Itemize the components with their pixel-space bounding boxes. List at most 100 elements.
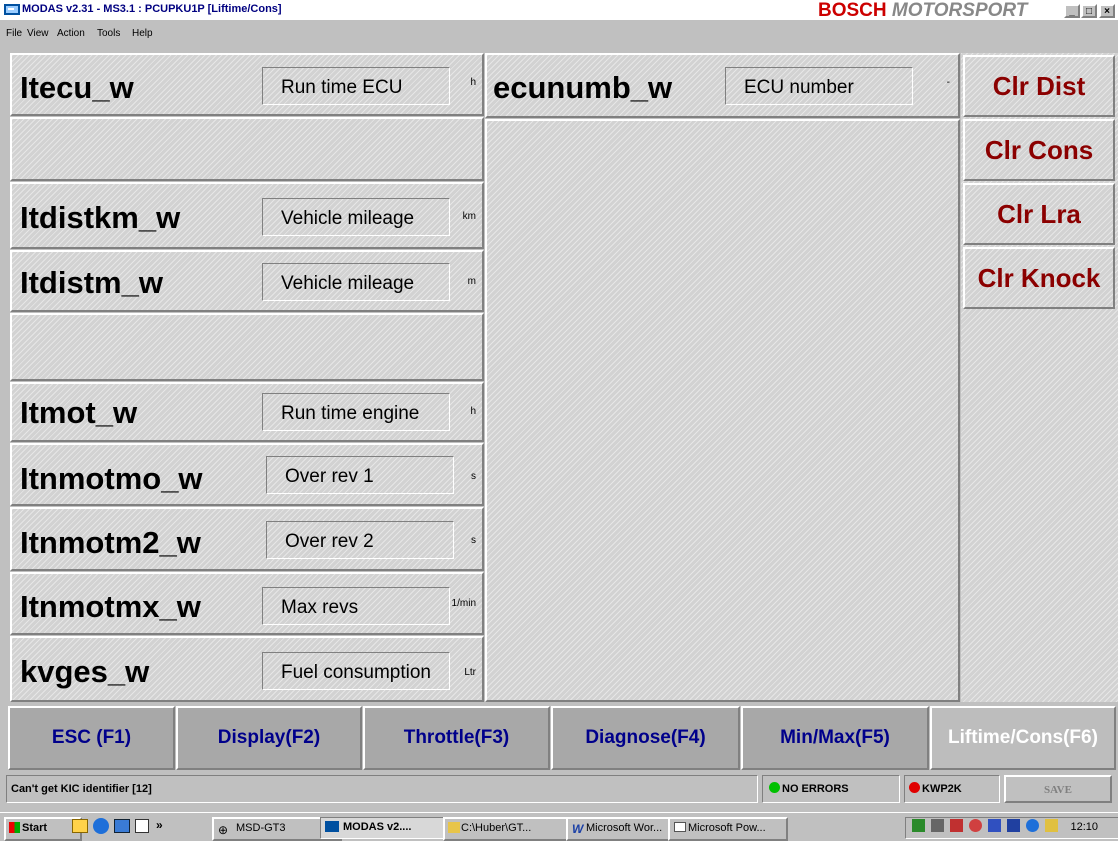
volume-icon[interactable] [931,819,945,832]
word-icon: W [572,822,584,836]
powerpoint-icon [674,822,686,832]
messenger-icon[interactable] [1026,819,1040,832]
tray-utility-icon[interactable] [1045,819,1059,832]
param-desc: Fuel consumption [262,652,450,690]
protocol-status-text: KWP2K [922,783,962,795]
param-row-empty-2 [10,313,484,381]
error-status-text: NO ERRORS [782,783,849,795]
taskbar-item-label: MODAS v2.... [343,821,412,833]
maximize-icon: □ [1085,6,1093,17]
tray-app-icon[interactable] [969,819,983,832]
esc-f1-button[interactable]: ESC (F1) [8,706,175,770]
menu-action[interactable]: Action [57,28,85,39]
liftime-cons-f6-button[interactable]: Liftime/Cons(F6) [930,706,1116,770]
param-desc: Run time ECU [262,67,450,105]
param-name: Itmot_w [20,395,138,430]
display-f2-button[interactable]: Display(F2) [176,706,362,770]
brand-logo: BOSCH MOTORSPORT [818,0,1028,21]
param-row-itmot: Itmot_w Run time engine h [10,382,484,442]
taskbar-item-label: Microsoft Pow... [688,822,766,834]
protocol-status: KWP2K [904,775,1000,803]
clock: 12:10 [1070,821,1099,833]
param-name: Itnmotmx_w [20,589,201,624]
start-label: Start [22,822,48,834]
param-row-itdistm: Itdistm_w Vehicle mileage m [10,250,484,312]
folder-icon [448,822,460,833]
taskbar: Start » ⊕ MSD-GT3 MODAS v2.... C:\Huber\… [0,812,1118,841]
green-led-icon [769,782,780,793]
diagnose-f4-button[interactable]: Diagnose(F4) [551,706,740,770]
clr-lra-button[interactable]: Clr Lra [963,183,1115,245]
save-button[interactable]: SAVE [1004,775,1112,803]
desktop-icon[interactable] [72,819,88,833]
param-name: Itnmotmo_w [20,461,203,496]
param-row-itnmotmo: Itnmotmo_w Over rev 1 s [10,443,484,506]
minimize-button[interactable]: _ [1064,4,1080,18]
minmax-f5-button[interactable]: Min/Max(F5) [741,706,929,770]
start-button[interactable]: Start [4,817,82,841]
explorer-icon[interactable] [114,819,130,833]
browser-icon[interactable] [93,818,109,834]
menu-view[interactable]: View [27,28,49,39]
red-led-icon [909,782,920,793]
app-icon [4,3,20,16]
taskbar-item-label: MSD-GT3 [236,822,286,834]
maximize-button[interactable]: □ [1081,4,1097,18]
app-launcher-icon[interactable] [135,819,149,833]
param-desc: Over rev 1 [266,456,454,494]
param-unit: s [471,535,476,546]
brand-motorsport: MOTORSPORT [891,0,1028,21]
param-row-ecunumb: ecunumb_w ECU number - [485,53,960,118]
param-row-kvges: kvges_w Fuel consumption Ltr [10,636,484,702]
param-name: ecunumb_w [493,70,673,105]
param-unit: - [946,77,950,88]
param-unit: km [462,211,476,222]
param-desc: Vehicle mileage [262,263,450,301]
param-unit: m [467,276,476,287]
param-unit: s [471,471,476,482]
param-desc: Over rev 2 [266,521,454,559]
param-row-itnmotm2: Itnmotm2_w Over rev 2 s [10,507,484,571]
param-unit: Ltr [464,667,476,678]
param-row-itnmotmx: Itnmotmx_w Max revs 1/min [10,572,484,635]
param-desc: ECU number [725,67,913,105]
param-desc: Max revs [262,587,450,625]
param-name: Itdistkm_w [20,200,181,235]
modas-icon [325,821,339,832]
display-icon[interactable] [988,819,1002,832]
clr-knock-button[interactable]: Clr Knock [963,247,1115,309]
taskbar-item-powerpoint[interactable]: Microsoft Pow... [668,817,788,841]
menu-bar: File View Action Tools Help [0,20,1118,48]
throttle-f3-button[interactable]: Throttle(F3) [363,706,550,770]
status-message: Can't get KIC identifier [12] [6,775,758,803]
brand-bosch: BOSCH [818,0,887,21]
param-desc: Run time engine [262,393,450,431]
clr-cons-button[interactable]: Clr Cons [963,119,1115,181]
main-empty-panel [485,119,960,702]
param-row-itdistkm: Itdistkm_w Vehicle mileage km [10,182,484,249]
antivirus-icon[interactable] [950,819,964,832]
network-icon[interactable] [912,819,925,832]
error-status: NO ERRORS [762,775,900,803]
language-icon[interactable] [1007,819,1021,832]
menu-file[interactable]: File [6,28,22,39]
param-desc: Vehicle mileage [262,198,450,236]
param-name: Itdistm_w [20,265,163,300]
window-title: MODAS v2.31 - MS3.1 : PCUPKU1P [Liftime/… [22,3,282,15]
clr-dist-button[interactable]: Clr Dist [963,55,1115,117]
close-icon: × [1104,6,1110,17]
system-tray: 12:10 [905,817,1118,839]
quicklaunch-more[interactable]: » [156,818,163,832]
param-name: kvges_w [20,654,150,689]
title-bar: MODAS v2.31 - MS3.1 : PCUPKU1P [Liftime/… [0,0,1118,21]
globe-icon: ⊕ [218,823,229,837]
menu-help[interactable]: Help [132,28,153,39]
windows-logo-icon [9,822,20,833]
param-unit: h [470,77,476,88]
taskbar-item-folder[interactable]: C:\Huber\GT... [443,817,583,841]
param-row-empty-1 [10,117,484,181]
param-name: Itnmotm2_w [20,525,201,560]
minimize-icon: _ [1069,6,1075,17]
close-button[interactable]: × [1099,4,1115,18]
menu-tools[interactable]: Tools [97,28,120,39]
